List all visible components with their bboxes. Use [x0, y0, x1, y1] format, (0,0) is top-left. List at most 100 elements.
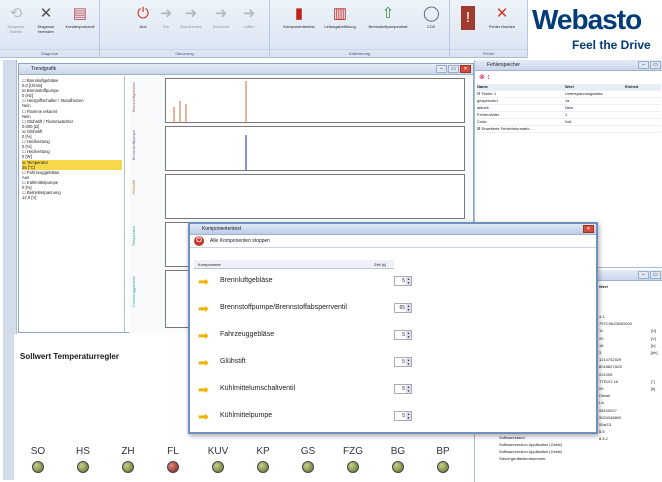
component-row[interactable]: ➡ Fahrzeuggebläse 5 ▲ ▼ — [198, 328, 412, 345]
info-value: 1214742029 — [599, 357, 622, 363]
toolbar-icons[interactable]: ⊗ ↕ — [479, 73, 490, 81]
component-row[interactable]: ➡ Brennluftgebläse 5 ▲ ▼ — [198, 274, 412, 291]
table-cell: Ja — [565, 98, 570, 103]
status-led-row: SO HS ZH FL KUV KP GS FZG BG BP — [14, 446, 472, 480]
pump-test-icon: ⇧ — [381, 5, 395, 22]
error-table-row[interactable]: gespeichert Ja — [477, 98, 661, 105]
info-value: TTEVO 16 — [599, 378, 618, 384]
component-test-icon: ▮ — [294, 5, 304, 22]
duration-stepper[interactable]: 5 ▲ ▼ — [394, 357, 412, 367]
delete-icon[interactable]: ⊗ — [479, 74, 485, 81]
info-name: Steuergeräteidentnummer — [499, 456, 546, 462]
diagnose-start-button[interactable]: ⟲ Diagnose Starten — [3, 6, 29, 35]
duration-value: 5 — [402, 386, 405, 392]
start-arrow-icon[interactable]: ➡ — [198, 356, 216, 369]
lueften-button[interactable]: ➜ Lüften — [236, 6, 262, 30]
component-row[interactable]: ➡ Kühlmittelumschaltventil 5 ▲ ▼ — [198, 382, 412, 399]
error-list-button[interactable]: ! — [455, 6, 481, 32]
minimize-button[interactable]: – — [638, 271, 649, 279]
restore-button[interactable]: ▭ — [650, 61, 661, 69]
fill-line-button[interactable]: ▥ Leitungsbefüllung — [322, 6, 358, 30]
dialog-close-button[interactable]: ✕ — [583, 225, 594, 233]
start-arrow-icon[interactable]: ➡ — [198, 410, 216, 423]
error-table-row[interactable]: ⊞ Erweiterte Fehlerinformatio... — [477, 126, 661, 133]
duration-stepper[interactable]: 5 ▲ ▼ — [394, 411, 412, 421]
info-unit: [U] — [651, 328, 657, 334]
spin-arrows-icon[interactable]: ▲ ▼ — [406, 304, 411, 312]
ribbon-group-label: Diagnose — [0, 49, 99, 56]
error-table-row[interactable]: aktuell Nein — [477, 105, 661, 112]
component-row[interactable]: ➡ Kühlmittelpumpe 5 ▲ ▼ — [198, 409, 412, 426]
error-table-row[interactable]: ⊟ Fehler 1 Unterspannungsabsc — [477, 91, 661, 98]
duration-stepper[interactable]: 5 ▲ ▼ — [394, 384, 412, 394]
spin-arrows-icon[interactable]: ▲ ▼ — [406, 385, 411, 393]
column-header: Einheit — [625, 84, 639, 89]
start-arrow-icon[interactable]: ➡ — [198, 329, 216, 342]
status-led-so: SO — [18, 446, 58, 473]
co2-icon: ◯ — [423, 5, 440, 22]
on-button[interactable]: ➜ Ein — [153, 6, 179, 30]
led-label: BG — [390, 446, 406, 457]
duration-stepper[interactable]: 65 ▲ ▼ — [394, 303, 412, 313]
info-value: 00 — [599, 386, 604, 391]
pump-test-button[interactable]: ⇧ Brennstoffpumpentest — [366, 5, 410, 30]
close-button[interactable]: ✕ — [460, 65, 471, 73]
trend-window-title: Trendgrafik – ▭ ✕ — [19, 64, 473, 75]
ribbon-group-kalibrierung: ▮ Komponententest ▥ Leitungsbefüllung ⇧ Bre… — [270, 0, 450, 58]
error-table-row[interactable]: Fehlerzähler 1 — [477, 112, 661, 119]
spin-arrows-icon[interactable]: ▲ ▼ — [406, 331, 411, 339]
ribbon-group-label: Steuerung — [100, 49, 269, 56]
minimize-button[interactable]: – — [638, 61, 649, 69]
table-cell — [625, 119, 655, 125]
table-cell: ⊞ Erweiterte Fehlerinformatio... — [477, 126, 533, 131]
dialog-title-bar: Komponententest ✕ — [190, 224, 596, 235]
column-header: Name — [477, 84, 488, 89]
window-controls: – ▭ — [638, 271, 661, 279]
info-value: 8.5 — [599, 429, 605, 435]
spin-arrows-icon[interactable]: ▲ ▼ — [406, 358, 411, 366]
start-arrow-icon[interactable]: ➡ — [198, 275, 216, 288]
component-row[interactable]: ➡ Brennstoffpumpe/Brennstoffabsperrventil… — [198, 301, 412, 318]
info-name: Softwareversion Applikation (Gerät) — [499, 449, 562, 454]
restore-button[interactable]: ▭ — [448, 65, 459, 73]
customer-report-button[interactable]: ▤ Kundenprotokoll — [63, 6, 97, 30]
spin-arrows-icon[interactable]: ▲ ▼ — [406, 277, 411, 285]
table-cell — [625, 126, 655, 132]
led-label: ZH — [121, 446, 135, 457]
spin-arrows-icon[interactable]: ▲ ▼ — [406, 412, 411, 420]
table-cell: Fehlerzähler — [477, 112, 500, 117]
ribbon-group-steuerung: ⏻ Aus ➜ Ein ➜ Standheizen ➜ Zuheizen ➜ Lüften… — [100, 0, 270, 58]
component-test-button[interactable]: ▮ Komponententest — [282, 5, 316, 30]
info-value: 20 — [599, 335, 604, 341]
diagnose-stop-button[interactable]: ✕ Diagnose beenden — [33, 6, 59, 35]
webasto-logo: Webasto Feel the Drive — [528, 0, 662, 58]
sort-icon[interactable]: ↕ — [487, 74, 491, 81]
co2-button[interactable]: ◯ CO2 — [418, 5, 444, 30]
plot-graph — [245, 135, 247, 171]
info-value: Diesel — [599, 393, 611, 399]
delete-error-button[interactable]: ✕ Fehler löschen — [484, 6, 520, 30]
info-value: 8.5.2 — [599, 436, 608, 442]
component-row[interactable]: ➡ Glühstift 5 ▲ ▼ — [198, 355, 412, 372]
signal-item[interactable]: 12,0 [V] — [22, 195, 122, 200]
plot-label: Brennstoffpumpe — [131, 130, 136, 161]
minimize-button[interactable]: – — [436, 65, 447, 73]
stop-icon: ⏻ — [194, 236, 204, 246]
plot-label: Brennluftgebläse — [131, 82, 136, 113]
led-indicator — [32, 461, 44, 473]
duration-stepper[interactable]: 5 ▲ ▼ — [394, 276, 412, 286]
start-arrow-icon[interactable]: ➡ — [198, 383, 216, 396]
led-indicator — [212, 461, 224, 473]
duration-stepper[interactable]: 5 ▲ ▼ — [394, 330, 412, 340]
signal-list[interactable]: ☐ Brennluftgebläse 0,0 [U/min] ☒ Brennstof… — [20, 76, 125, 333]
start-arrow-icon[interactable]: ➡ — [198, 302, 216, 315]
zuheizen-button[interactable]: ➜ Zuheizen — [208, 6, 234, 30]
table-cell: Unterspannungsabsc — [565, 91, 603, 96]
restore-button[interactable]: ▭ — [650, 271, 661, 279]
standheizen-button[interactable]: ➜ Standheizen — [178, 6, 204, 30]
error-table-row[interactable]: Code 0x6 — [477, 119, 661, 126]
stop-all-components-button[interactable]: ⏻ Alle Komponenten stoppen — [190, 235, 596, 248]
led-indicator — [392, 461, 404, 473]
status-led-bg: BG — [378, 446, 418, 473]
led-indicator — [77, 461, 89, 473]
